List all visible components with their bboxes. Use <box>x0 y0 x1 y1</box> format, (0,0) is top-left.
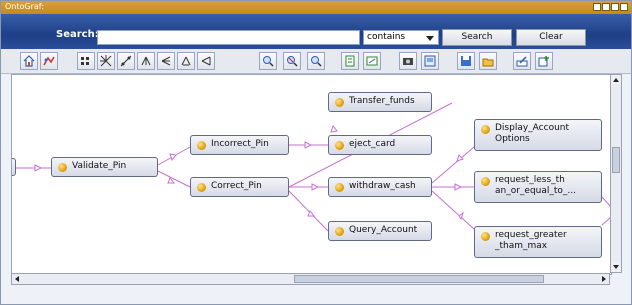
node-label: Query_Account <box>349 225 418 235</box>
arrow-right-icon[interactable] <box>602 276 606 282</box>
search-bar: Search: contains Search Clear <box>1 14 631 49</box>
graph-node-offscreen[interactable] <box>12 158 16 176</box>
add-icon[interactable] <box>535 52 553 70</box>
edge-line <box>431 146 475 184</box>
class-icon <box>481 177 490 186</box>
graph-node-transfer-funds[interactable]: Transfer_funds <box>328 92 432 112</box>
search-input[interactable] <box>97 30 360 45</box>
graph-node-incorrect-pin[interactable]: Incorrect_Pin <box>190 135 289 155</box>
graph-node-validate-pin[interactable]: Validate_Pin <box>51 157 158 177</box>
scroll-up-button[interactable] <box>611 75 621 85</box>
window-title: OntoGraf: <box>5 2 45 11</box>
edge-line <box>288 190 329 232</box>
node-label: eject_card <box>349 139 396 149</box>
clear-button[interactable]: Clear <box>516 29 586 46</box>
export-icon[interactable] <box>421 52 439 70</box>
arrow-up-icon <box>613 78 619 82</box>
graph-node-request-greater[interactable]: request_greater _tham_max <box>474 226 602 258</box>
node-label: request_greater _tham_max <box>495 230 567 251</box>
title-bar: OntoGraf: <box>1 1 631 14</box>
home-icon[interactable] <box>20 52 38 70</box>
zoom-in-icon[interactable] <box>259 52 277 70</box>
class-icon <box>335 141 344 150</box>
graph-node-request-less[interactable]: request_less_th an_or_equal_to_... <box>474 171 602 203</box>
vertical-scrollbar[interactable] <box>610 74 622 273</box>
vertical-tree-icon[interactable] <box>177 52 195 70</box>
edge-arrow <box>304 141 313 149</box>
ontograf-window: OntoGraf: Search: contains Search Clear <box>0 0 632 305</box>
class-icon <box>481 125 490 134</box>
class-icon <box>197 183 206 192</box>
class-icon <box>335 227 344 236</box>
graph-node-eject-card[interactable]: eject_card <box>328 135 432 155</box>
zoom-out-icon[interactable] <box>307 52 325 70</box>
config-icon[interactable] <box>363 52 381 70</box>
class-icon <box>197 141 206 150</box>
collapse-icon[interactable] <box>40 52 58 70</box>
grid-layout-icon[interactable] <box>77 52 95 70</box>
graph-node-withdraw-cash[interactable]: withdraw_cash <box>328 177 432 197</box>
scroll-down-button[interactable] <box>611 262 621 272</box>
graph-node-correct-pin[interactable]: Correct_Pin <box>190 177 289 197</box>
chevron-down-icon <box>426 36 434 41</box>
class-icon <box>335 98 344 107</box>
minimize-icon[interactable] <box>593 3 601 11</box>
edge-arrow <box>330 124 338 133</box>
horizontal-scrollbar[interactable] <box>11 273 610 285</box>
arrow-left-icon[interactable] <box>15 276 19 282</box>
edit-icon[interactable] <box>513 52 531 70</box>
edge-line <box>157 170 191 188</box>
filter-icon[interactable] <box>341 52 359 70</box>
search-mode-value: contains <box>367 32 406 42</box>
open-icon[interactable] <box>479 52 497 70</box>
zoom-reset-icon[interactable] <box>283 52 301 70</box>
class-icon <box>335 183 344 192</box>
graph-canvas[interactable]: Validate_Pin Incorrect_Pin Correct_Pin T… <box>11 74 612 275</box>
horizontal-tree-icon[interactable] <box>197 52 215 70</box>
node-label: Validate_Pin <box>72 161 127 171</box>
toolbar <box>1 49 631 74</box>
class-icon <box>58 163 67 172</box>
node-label: withdraw_cash <box>349 181 416 191</box>
arrow-down-icon <box>613 265 619 269</box>
edge-line <box>431 190 475 230</box>
node-label: request_less_th an_or_equal_to_... <box>495 175 577 196</box>
edge-arrow <box>454 183 463 191</box>
close-icon[interactable] <box>620 3 628 11</box>
restore-icon[interactable] <box>611 3 619 11</box>
graph-node-display-account-options[interactable]: Display_Account Options <box>474 119 602 151</box>
edge-arrow <box>34 164 43 172</box>
tree-down-icon[interactable] <box>137 52 155 70</box>
graph-node-query-account[interactable]: Query_Account <box>328 221 432 241</box>
snapshot-icon[interactable] <box>399 52 417 70</box>
tree-left-icon[interactable] <box>157 52 175 70</box>
search-mode-select[interactable]: contains <box>363 30 439 45</box>
maximize-icon[interactable] <box>602 3 610 11</box>
node-label: Display_Account Options <box>495 123 570 144</box>
search-button[interactable]: Search <box>442 29 512 46</box>
edge-arrow <box>169 153 177 162</box>
vertical-scroll-thumb[interactable] <box>612 147 620 173</box>
status-bar <box>1 287 631 304</box>
radial-layout-icon[interactable] <box>117 52 135 70</box>
horizontal-scroll-thumb[interactable] <box>294 275 544 283</box>
class-icon <box>481 232 490 241</box>
window-controls <box>593 3 628 11</box>
save-icon[interactable] <box>457 52 475 70</box>
node-label: Correct_Pin <box>211 181 262 191</box>
node-label: Transfer_funds <box>349 96 415 106</box>
edge-arrow <box>311 183 320 191</box>
edge-arrow <box>456 154 464 162</box>
search-label: Search: <box>56 29 99 40</box>
node-label: Incorrect_Pin <box>211 139 269 149</box>
spring-layout-icon[interactable] <box>97 52 115 70</box>
